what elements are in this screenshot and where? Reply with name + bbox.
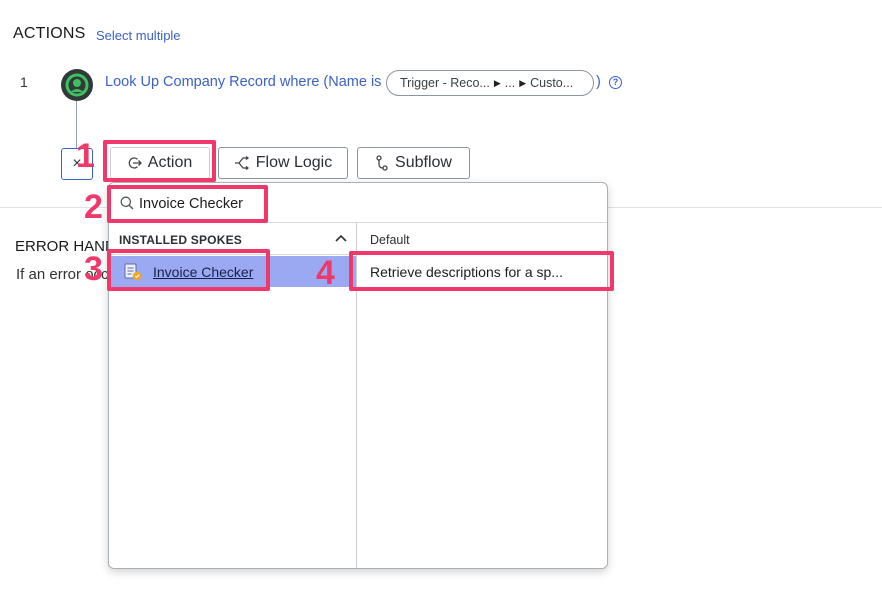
pill-segment-trigger: Trigger - Reco... <box>400 76 490 90</box>
annotation-number-4: 4 <box>316 254 335 292</box>
highlight-box-spoke-item <box>107 249 270 291</box>
chevron-up-icon[interactable] <box>335 234 347 242</box>
annotation-number-2: 2 <box>84 188 103 226</box>
lookup-record-icon <box>65 73 89 97</box>
highlight-box-action-item <box>349 251 614 291</box>
help-icon[interactable]: ? <box>609 76 622 89</box>
pill-separator-icon: ▶ <box>519 77 527 88</box>
highlight-box-action-button <box>103 140 216 182</box>
condition-close-paren: ) <box>596 74 601 90</box>
step-number: 1 <box>20 74 28 90</box>
highlight-box-search-input <box>107 185 268 223</box>
subflow-button[interactable]: Subflow <box>357 147 470 179</box>
installed-spokes-header-label: INSTALLED SPOKES <box>119 233 242 247</box>
flow-logic-button-label: Flow Logic <box>255 154 333 171</box>
flow-logic-icon <box>234 155 249 171</box>
subflow-button-label: Subflow <box>395 154 452 171</box>
pill-segment-field: Custo... <box>530 76 574 90</box>
flow-logic-button[interactable]: Flow Logic <box>218 147 348 179</box>
annotation-number-3: 3 <box>84 250 103 288</box>
step-status-icon <box>61 69 93 101</box>
annotation-number-1: 1 <box>76 137 95 175</box>
pill-segment-middle: ... <box>504 76 516 90</box>
pill-separator-icon: ▶ <box>493 77 501 88</box>
subflow-icon <box>376 155 388 171</box>
select-multiple-link[interactable]: Select multiple <box>96 28 181 43</box>
actions-section-title: ACTIONS <box>13 25 86 42</box>
data-pill[interactable]: Trigger - Reco... ▶ ... ▶ Custo... <box>386 70 594 96</box>
action-picker-dropdown: INSTALLED SPOKES Invoice Checker Default… <box>108 182 608 569</box>
step-description[interactable]: Look Up Company Record where (Name is <box>105 74 381 90</box>
